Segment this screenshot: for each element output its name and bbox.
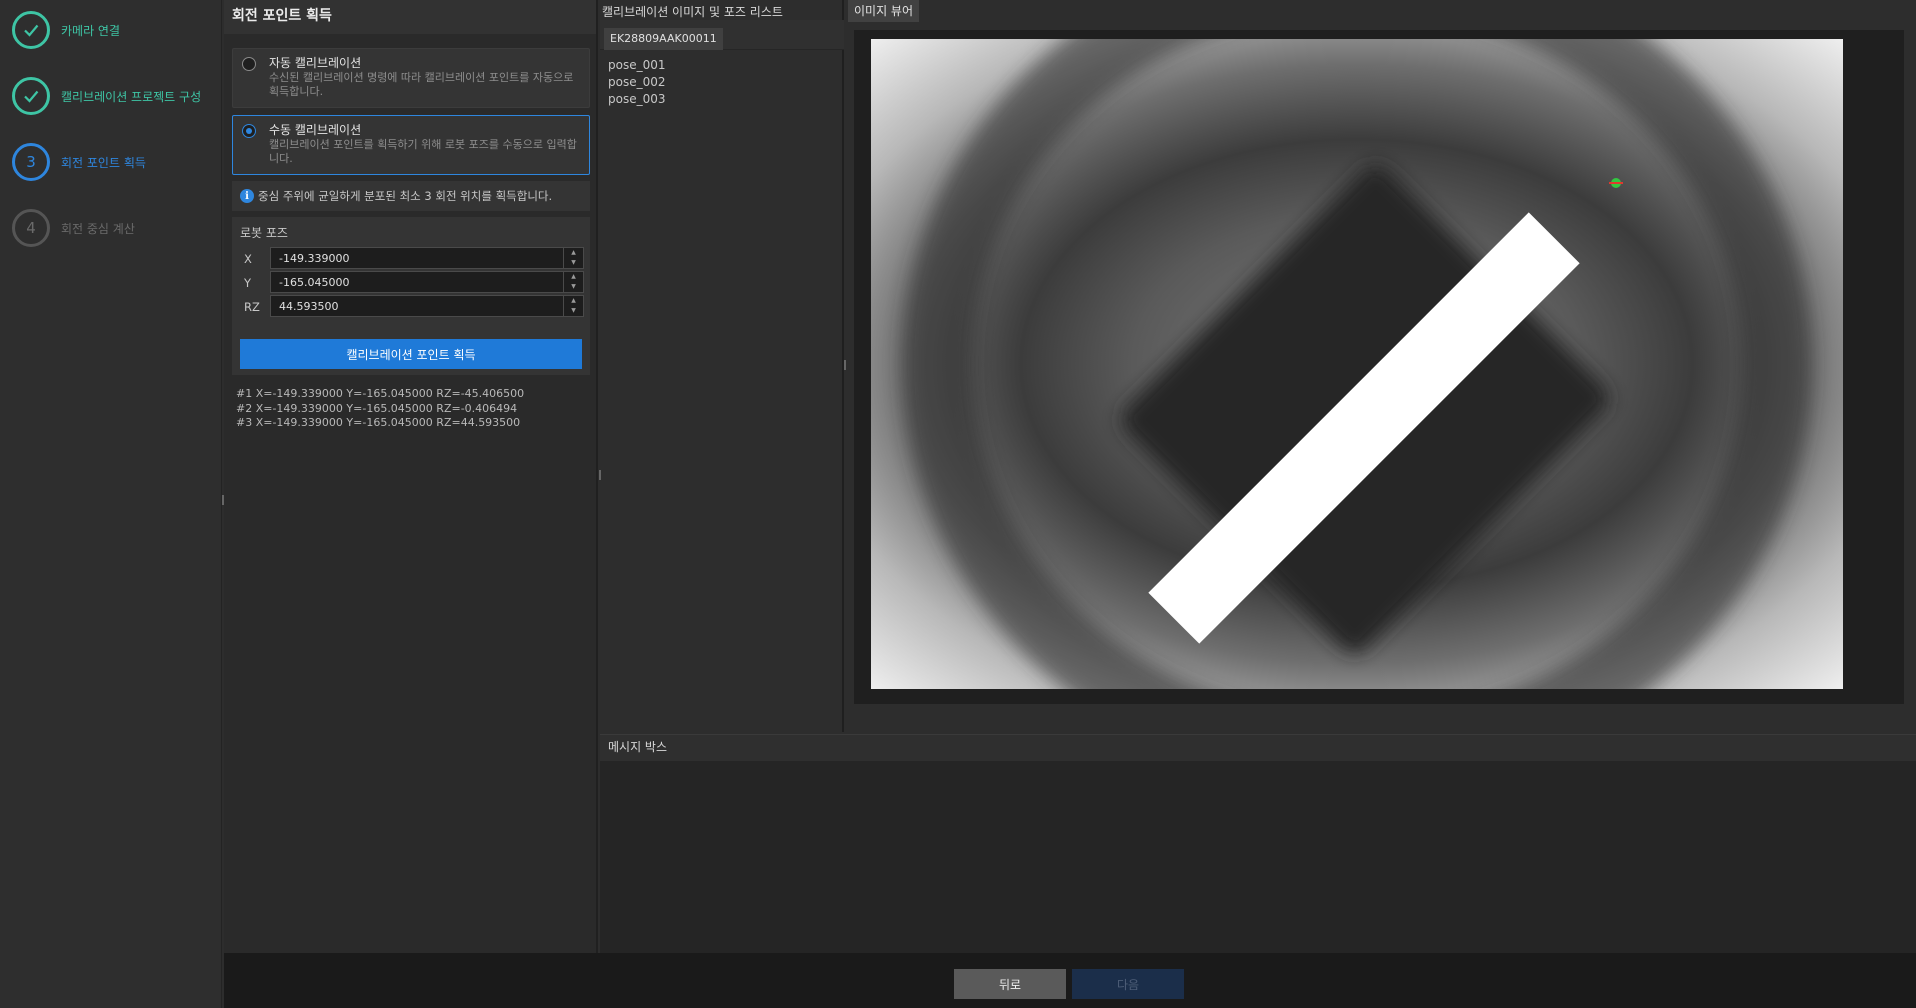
option-description: 수신된 캘리브레이션 명령에 따라 캘리브레이션 포인트를 자동으로 획득합니다… [269,71,574,98]
panel-splitter-handle[interactable] [844,360,846,370]
pose-row-rz: RZ ▲ ▼ [232,295,590,319]
log-line: #2 X=-149.339000 Y=-165.045000 RZ=-0.406… [236,401,518,415]
spin-down-icon[interactable]: ▼ [564,282,583,292]
list-title: 캘리브레이션 이미지 및 포즈 리스트 [602,5,783,19]
rz-spinbox[interactable]: ▲ ▼ [270,295,584,317]
rz-label: RZ [244,300,260,314]
option-title: 수동 캘리브레이션 [269,123,362,137]
acquire-calibration-point-button[interactable]: 캘리브레이션 포인트 획득 [240,339,582,369]
info-text: 중심 주위에 균일하게 분포된 최소 3 회전 위치를 획득합니다. [258,189,553,203]
image-canvas[interactable] [854,30,1904,704]
acquired-points-log: #1 X=-149.339000 Y=-165.045000 RZ=-45.40… [236,387,524,431]
info-message: i 중심 주위에 균일하게 분포된 최소 3 회전 위치를 획득합니다. [232,181,590,211]
x-input[interactable] [271,248,565,268]
message-box-panel: 메시지 박스 [600,734,1916,953]
image-viewer-panel: 이미지 뷰어 [846,0,1916,732]
image-viewer-tab[interactable]: 이미지 뷰어 [848,0,920,22]
spin-up-icon[interactable]: ▲ [564,248,583,258]
option-description: 캘리브레이션 포인트를 획득하기 위해 로봇 포즈를 수동으로 입력합니다. [269,138,577,165]
next-button[interactable]: 다음 [1072,969,1184,999]
x-spinbox[interactable]: ▲ ▼ [270,247,584,269]
step-number: 4 [12,209,50,247]
panel-title: 회전 포인트 획득 [224,0,596,34]
y-input[interactable] [271,272,565,292]
spin-down-icon[interactable]: ▼ [564,306,583,316]
step-label: 카메라 연결 [61,23,121,38]
step-acquire-rotation-points[interactable]: 3 회전 포인트 획득 [12,142,146,182]
step-compute-rotation-center[interactable]: 4 회전 중심 계산 [12,208,135,248]
check-icon [12,11,50,49]
option-title: 자동 캘리브레이션 [269,56,362,70]
y-label: Y [244,276,252,290]
spin-up-icon[interactable]: ▲ [564,272,583,282]
footer-bar: 뒤로 다음 [224,953,1916,1008]
auto-calibration-option[interactable]: 자동 캘리브레이션 수신된 캘리브레이션 명령에 따라 캘리브레이션 포인트를 … [232,48,590,108]
rz-input[interactable] [271,296,565,316]
back-button[interactable]: 뒤로 [954,969,1066,999]
log-line: #3 X=-149.339000 Y=-165.045000 RZ=44.593… [236,416,521,429]
check-icon [12,77,50,115]
step-number: 3 [12,143,50,181]
info-icon: i [240,189,254,203]
y-spin-arrows[interactable]: ▲ ▼ [563,272,583,292]
x-spin-arrows[interactable]: ▲ ▼ [563,248,583,268]
spin-up-icon[interactable]: ▲ [564,296,583,306]
step-label: 회전 중심 계산 [61,221,135,236]
list-header: EK28809AAK00011 [600,20,844,50]
robot-pose-group: 로봇 포즈 X ▲ ▼ Y ▲ ▼ [232,217,590,375]
panel-splitter-handle[interactable] [222,495,224,505]
manual-calibration-option[interactable]: 수동 캘리브레이션 캘리브레이션 포인트를 획득하기 위해 로봇 포즈를 수동으… [232,115,590,175]
message-box-title: 메시지 박스 [600,735,1916,761]
step-label: 캘리브레이션 프로젝트 구성 [61,89,202,104]
rz-spin-arrows[interactable]: ▲ ▼ [563,296,583,316]
app-window: 카메라 연결 캘리브레이션 프로젝트 구성 3 회전 포인트 획득 4 회전 중… [0,0,1916,1008]
pose-row-x: X ▲ ▼ [232,247,590,271]
radio-button[interactable] [242,124,256,138]
x-label: X [244,252,252,266]
step-project-config[interactable]: 캘리브레이션 프로젝트 구성 [12,76,201,116]
panel-splitter-handle[interactable] [599,470,601,480]
pose-list-item[interactable]: pose_002 [608,75,666,89]
log-line: #1 X=-149.339000 Y=-165.045000 RZ=-45.40… [236,387,525,400]
camera-id-tab[interactable]: EK28809AAK00011 [604,28,723,50]
y-spinbox[interactable]: ▲ ▼ [270,271,584,293]
camera-image [871,39,1843,689]
step-label: 회전 포인트 획득 [61,155,146,170]
step-camera-connect[interactable]: 카메라 연결 [12,10,120,50]
calibration-image-list-panel: 캘리브레이션 이미지 및 포즈 리스트 EK28809AAK00011 pose… [600,0,844,732]
pose-list-item[interactable]: pose_001 [608,58,666,72]
pose-list-item[interactable]: pose_003 [608,92,666,106]
pose-row-y: Y ▲ ▼ [232,271,590,295]
robot-pose-title: 로봇 포즈 [240,226,288,240]
radio-button[interactable] [242,57,256,71]
settings-panel: 회전 포인트 획득 자동 캘리브레이션 수신된 캘리브레이션 명령에 따라 캘리… [224,0,598,953]
wizard-stepper: 카메라 연결 캘리브레이션 프로젝트 구성 3 회전 포인트 획득 4 회전 중… [0,0,222,1008]
spin-down-icon[interactable]: ▼ [564,258,583,268]
